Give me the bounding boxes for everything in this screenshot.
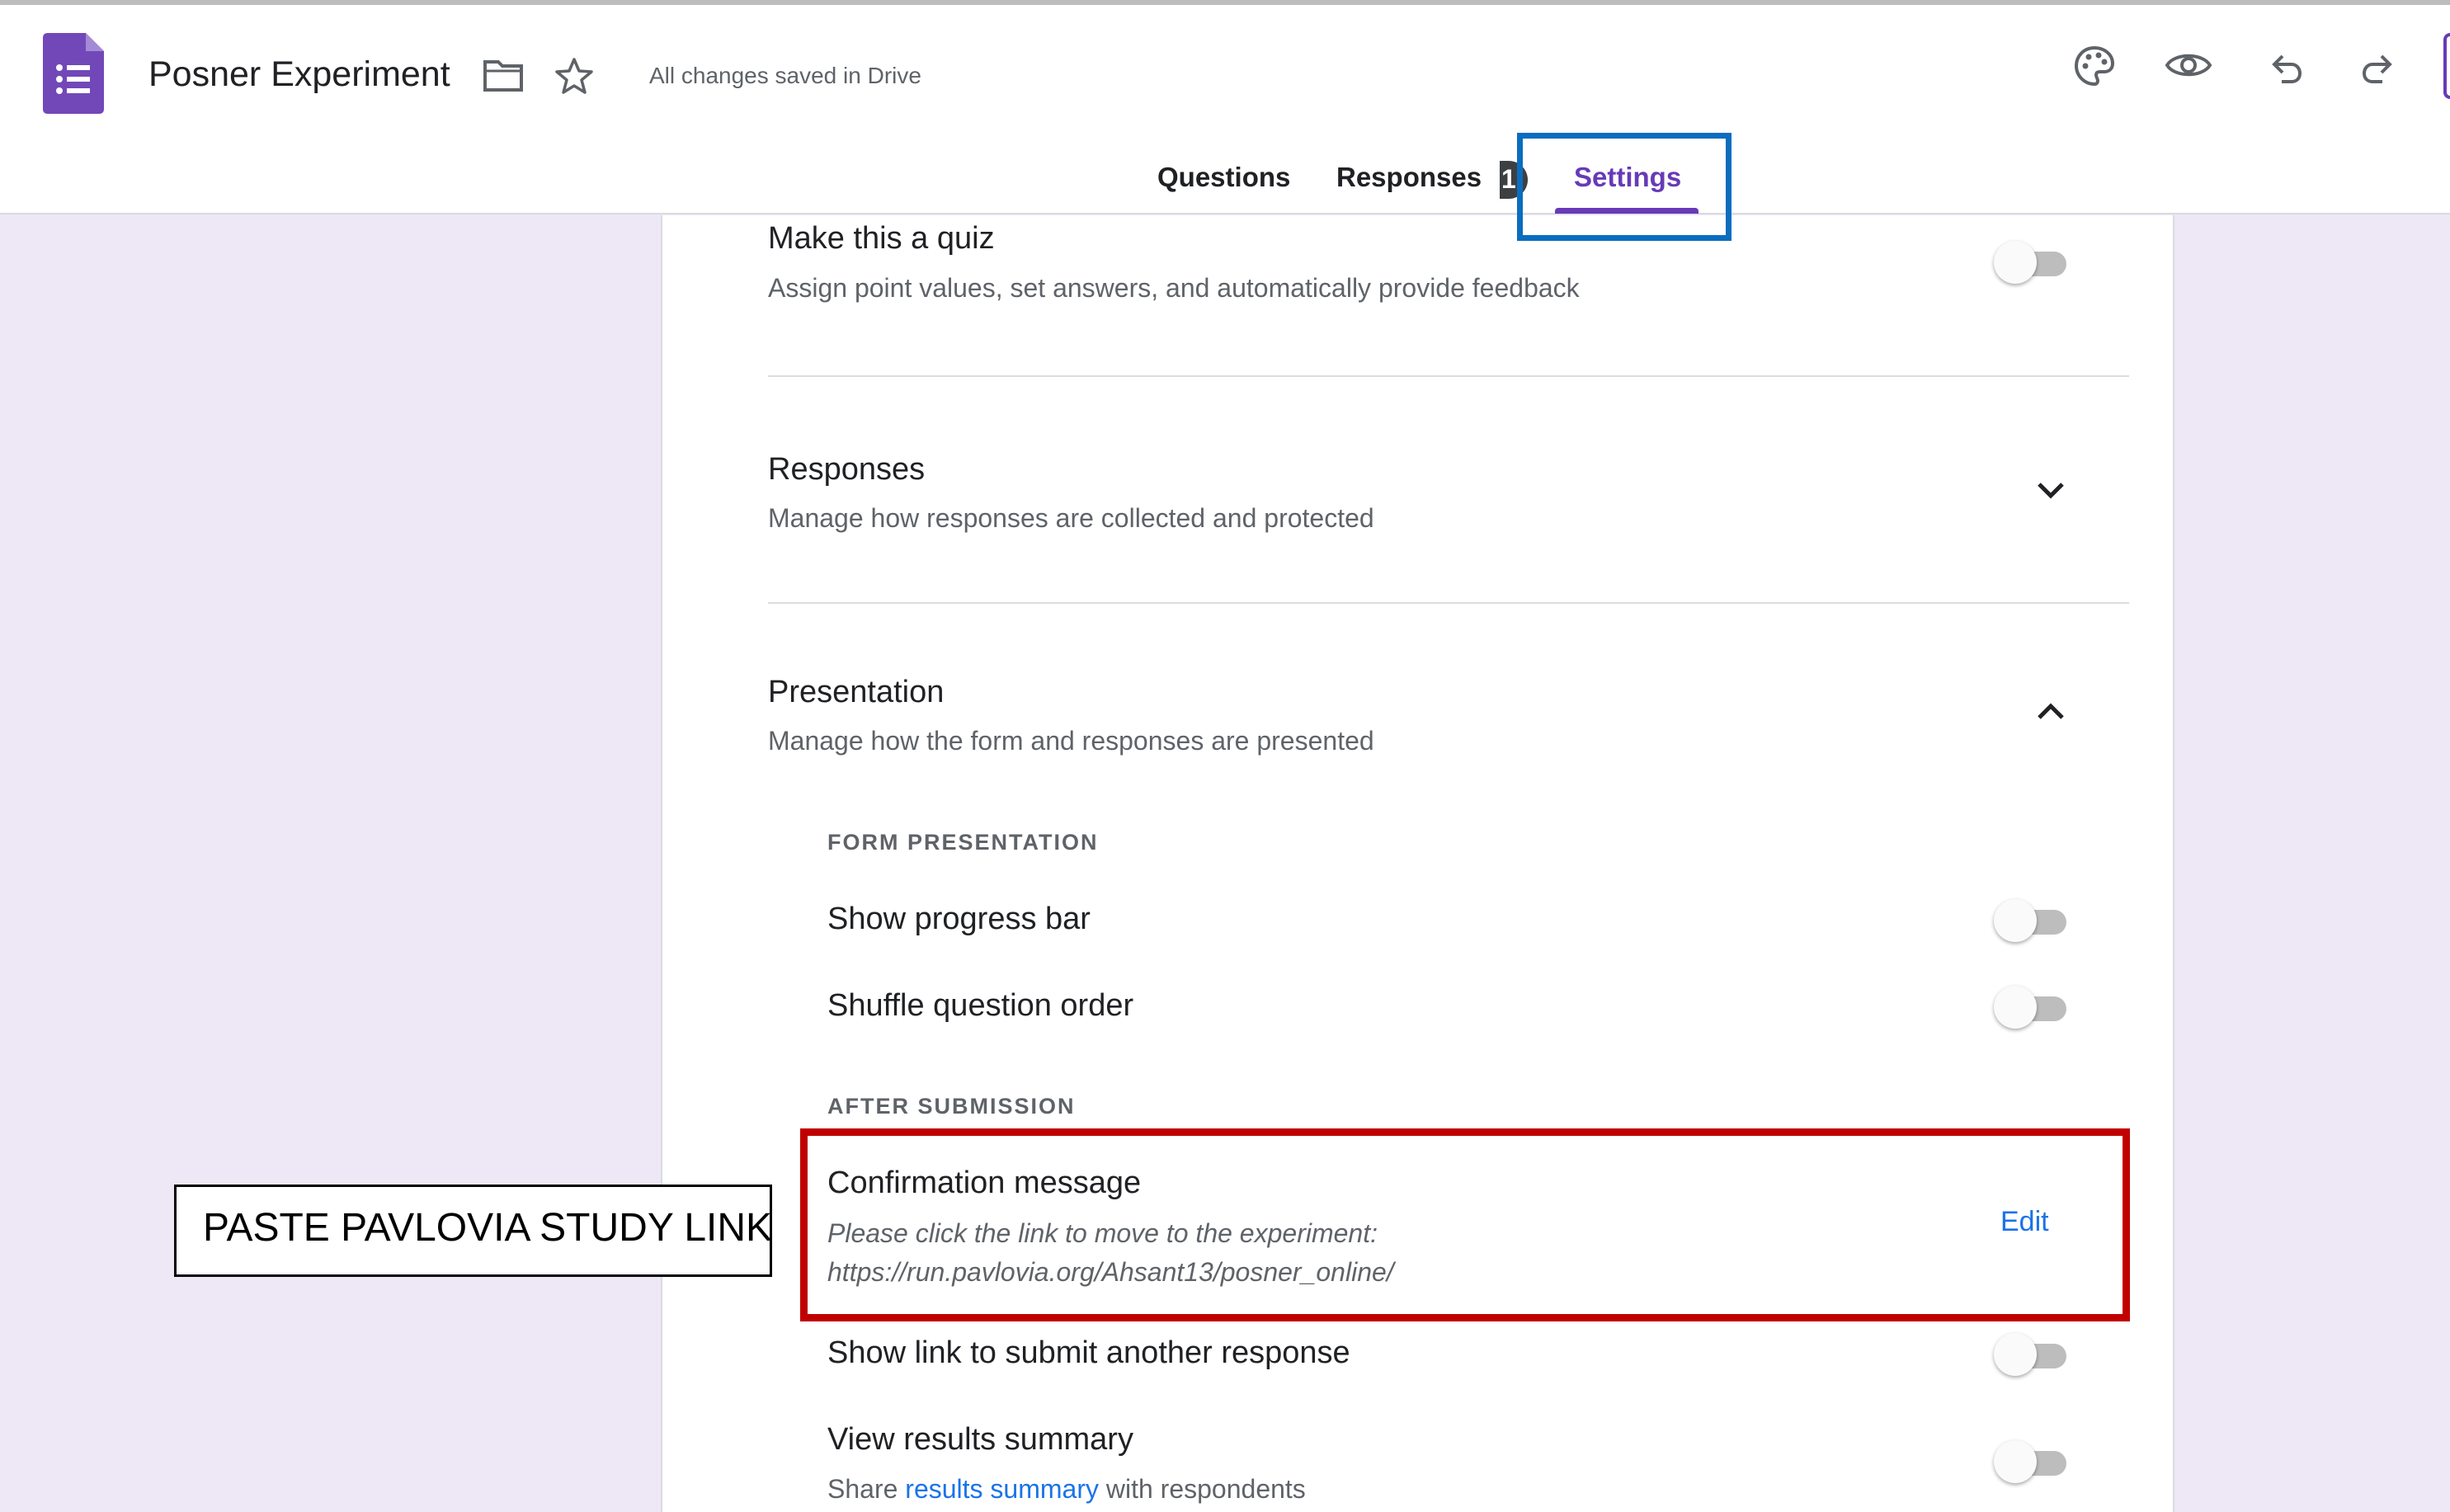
- form-title[interactable]: Posner Experiment: [148, 54, 450, 95]
- save-status: All changes saved in Drive: [649, 63, 921, 88]
- progress-bar-setting-label: Show progress bar: [827, 902, 1091, 936]
- responses-section-title[interactable]: Responses: [768, 452, 925, 488]
- quiz-setting-description: Assign point values, set answers, and au…: [768, 273, 1580, 303]
- submit-another-setting-label: Show link to submit another response: [827, 1335, 1350, 1370]
- settings-tab-highlight-box: [1517, 133, 1731, 241]
- responses-section-description: Manage how responses are collected and p…: [768, 503, 1374, 533]
- results-summary-desc-suffix: with respondents: [1105, 1474, 1306, 1504]
- confirmation-highlight-box: [800, 1128, 2130, 1321]
- annotation-callout-text: PASTE PAVLOVIA STUDY LINK: [203, 1206, 773, 1250]
- account-avatar-edge[interactable]: [2443, 33, 2450, 99]
- browser-edge: [0, 0, 2450, 5]
- chevron-down-icon[interactable]: [2035, 480, 2066, 500]
- preview-eye-icon[interactable]: [2165, 48, 2212, 82]
- annotation-callout: PASTE PAVLOVIA STUDY LINK: [174, 1185, 772, 1277]
- forms-logo-icon[interactable]: [43, 33, 104, 114]
- shuffle-toggle[interactable]: [1994, 986, 2070, 1030]
- results-summary-setting-label: View results summary: [827, 1422, 1133, 1457]
- star-icon[interactable]: [554, 57, 594, 95]
- results-summary-desc-prefix: Share: [827, 1474, 898, 1504]
- redo-icon[interactable]: [2361, 48, 2397, 84]
- form-presentation-header: FORM PRESENTATION: [827, 830, 1099, 855]
- folder-icon[interactable]: [483, 58, 524, 92]
- results-summary-link[interactable]: results summary: [905, 1474, 1099, 1504]
- tab-questions[interactable]: Questions: [1157, 162, 1290, 193]
- divider: [768, 602, 2129, 604]
- results-summary-description: Share results summary with respondents: [827, 1474, 1306, 1505]
- app-header: Posner Experiment All changes saved in D…: [0, 0, 2450, 214]
- progress-bar-toggle[interactable]: [1994, 899, 2070, 944]
- results-summary-toggle[interactable]: [1994, 1440, 2070, 1485]
- presentation-section-description: Manage how the form and responses are pr…: [768, 726, 1374, 756]
- presentation-section-title[interactable]: Presentation: [768, 675, 944, 710]
- quiz-toggle[interactable]: [1994, 241, 2070, 285]
- shuffle-setting-label: Shuffle question order: [827, 988, 1134, 1023]
- after-submission-header: AFTER SUBMISSION: [827, 1094, 1076, 1119]
- submit-another-toggle[interactable]: [1994, 1333, 2070, 1378]
- quiz-setting-title: Make this a quiz: [768, 221, 995, 256]
- tab-responses[interactable]: Responses: [1336, 162, 1482, 193]
- divider: [768, 375, 2129, 377]
- chevron-up-icon[interactable]: [2035, 702, 2066, 722]
- palette-icon[interactable]: [2073, 45, 2116, 87]
- undo-icon[interactable]: [2267, 48, 2303, 84]
